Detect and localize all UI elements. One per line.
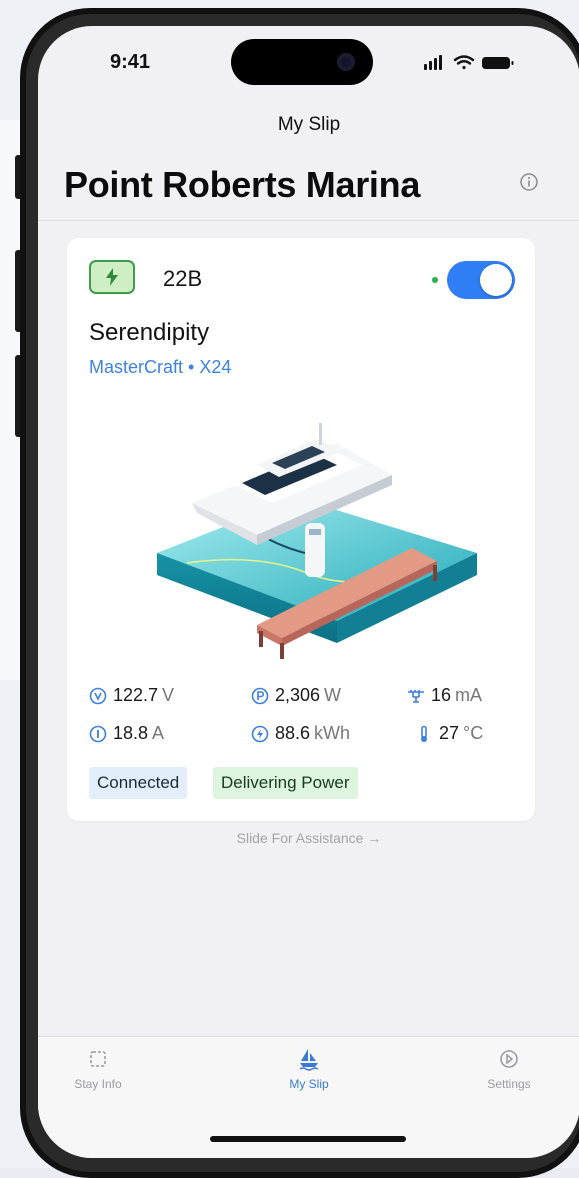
- boat-model[interactable]: MasterCraft • X24: [89, 357, 231, 378]
- info-circle-icon[interactable]: [519, 172, 539, 192]
- home-indicator[interactable]: [210, 1136, 406, 1142]
- page-title: Point Roberts Marina: [64, 164, 421, 205]
- voltage-metric: 122.7 V: [89, 685, 174, 706]
- current-unit: A: [152, 723, 165, 743]
- calendar-icon: [90, 1051, 106, 1067]
- boat-name: Serendipity: [89, 319, 210, 346]
- status-icons: [424, 55, 514, 70]
- cellular-signal-icon: [424, 55, 442, 70]
- charging-badge: [89, 260, 135, 294]
- tab-settings[interactable]: Settings: [449, 1047, 569, 1091]
- battery-icon: [482, 57, 514, 69]
- power-value: 2,306: [275, 685, 321, 705]
- energy-metric: 88.6 kWh: [251, 723, 350, 744]
- gauge-icon: [500, 1050, 518, 1068]
- power-icon: [251, 687, 269, 704]
- phone-screen: 9:41 My Slip Point Roberts Marina 22B Se…: [38, 26, 579, 1158]
- leakage-metric: 16 mA: [407, 685, 482, 706]
- wifi-icon: [453, 55, 475, 70]
- current-metric: 18.8 A: [89, 723, 164, 744]
- voltage-unit: V: [162, 685, 175, 705]
- temperature-value: 27: [439, 723, 460, 743]
- boat-dock-illustration: [157, 423, 477, 659]
- slip-card[interactable]: 22B Serendipity MasterCraft • X24 122.7 …: [67, 238, 535, 821]
- temperature-metric: 27 °C: [415, 723, 483, 744]
- status-badge-connected: Connected: [89, 767, 188, 799]
- tab-label-settings: Settings: [487, 1077, 531, 1091]
- slip-id: 22B: [163, 266, 203, 291]
- leakage-unit: mA: [455, 685, 483, 705]
- voltage-icon: [89, 687, 107, 704]
- lightning-bolt-icon: [106, 268, 118, 286]
- slide-for-assistance[interactable]: Slide For Assistance →: [38, 830, 579, 846]
- tab-stay-info[interactable]: Stay Info: [38, 1047, 158, 1091]
- toggle-knob: [480, 264, 512, 296]
- power-toggle[interactable]: [447, 261, 515, 299]
- energy-value: 88.6: [275, 723, 311, 743]
- status-badge-delivering-power: Delivering Power: [213, 767, 358, 799]
- thermometer-icon: [421, 725, 427, 742]
- header-divider: [38, 220, 579, 221]
- camera-icon: [337, 53, 355, 71]
- status-time: 9:41: [110, 51, 151, 73]
- tab-label-my-slip: My Slip: [289, 1077, 329, 1091]
- boat-icon: [299, 1049, 319, 1071]
- live-status-dot: [432, 277, 438, 283]
- tab-my-slip[interactable]: My Slip: [249, 1047, 369, 1091]
- current-icon: [89, 725, 107, 742]
- energy-unit: kWh: [314, 723, 351, 743]
- tab-label-stay-info: Stay Info: [74, 1077, 122, 1091]
- current-value: 18.8: [113, 723, 149, 743]
- dynamic-island: [231, 39, 373, 85]
- power-metric: 2,306 W: [251, 685, 341, 706]
- energy-icon: [251, 725, 269, 742]
- voltage-value: 122.7: [113, 685, 159, 705]
- temperature-unit: °C: [463, 723, 484, 743]
- leakage-current-icon: [408, 689, 424, 703]
- nav-title: My Slip: [277, 114, 341, 135]
- power-unit: W: [324, 685, 342, 705]
- leakage-value: 16: [431, 685, 452, 705]
